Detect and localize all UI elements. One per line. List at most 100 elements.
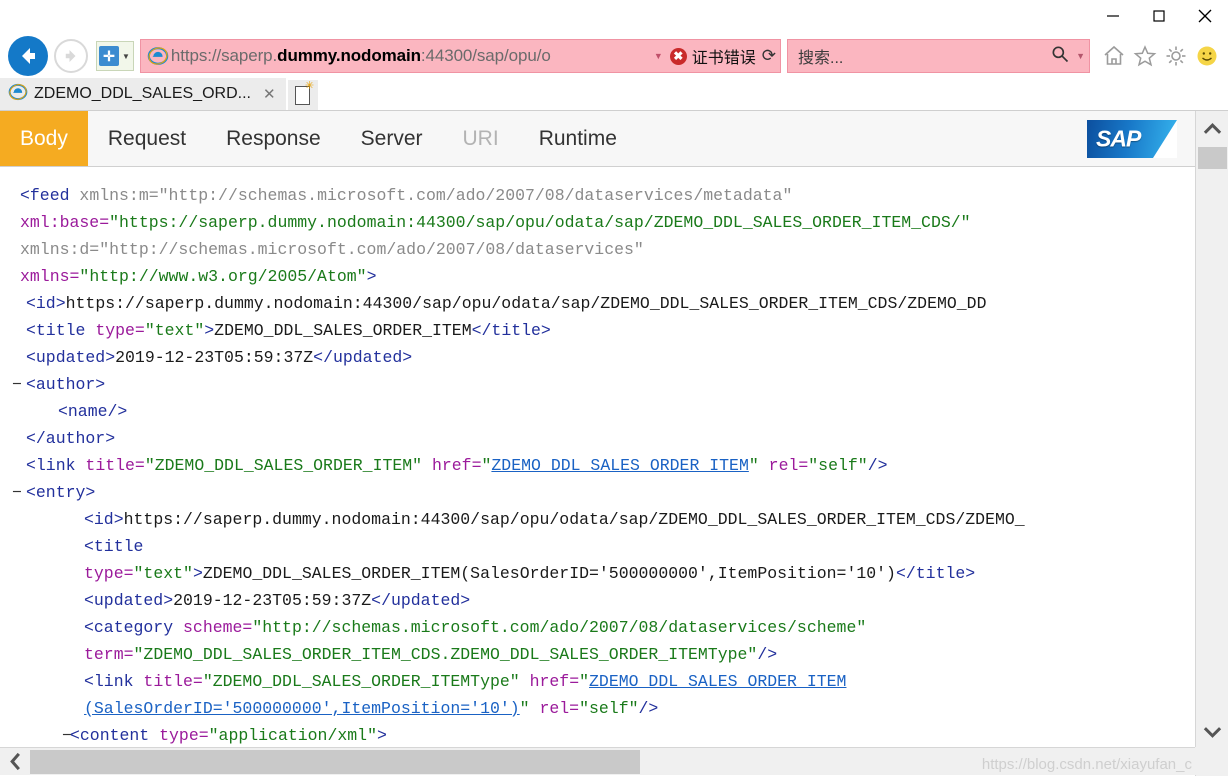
tab-title: ZDEMO_DDL_SALES_ORD...	[34, 85, 251, 102]
browser-navigation-bar: ✛ ▼ https://saperp.dummy.nodomain:44300/…	[0, 32, 1228, 80]
scroll-up-icon[interactable]	[1196, 111, 1228, 145]
sap-nav-tabs: Body Request Response Server URI Runtime	[0, 111, 637, 166]
tab-response[interactable]: Response	[206, 111, 341, 166]
xml-value: "ZDEMO_DDL_SALES_ORDER_ITEM"	[144, 456, 423, 475]
xml-quote: "	[579, 672, 590, 691]
xml-line: <category scheme="http://schemas.microso…	[0, 614, 1195, 641]
search-icon[interactable]	[1050, 44, 1070, 69]
xml-line: </author>	[0, 425, 1195, 452]
url-host: dummy.nodomain	[277, 46, 421, 65]
xml-attr: xmlns:d=	[20, 240, 100, 259]
xml-tag: />	[757, 645, 778, 664]
search-input[interactable]: 搜索...	[798, 44, 1050, 68]
xml-tag: <title	[84, 537, 144, 556]
xml-line: xmlns:d="http://schemas.microsoft.com/ad…	[0, 236, 1195, 263]
close-button[interactable]	[1182, 0, 1228, 32]
new-tab-button[interactable]	[287, 79, 318, 110]
tab-request[interactable]: Request	[88, 111, 206, 166]
collapse-marker[interactable]: −	[6, 722, 72, 747]
xml-tag: <title	[26, 321, 86, 340]
vertical-scroll-thumb[interactable]	[1198, 147, 1227, 169]
xml-line: xmlns="http://www.w3.org/2005/Atom">	[0, 263, 1195, 290]
xml-line: <id>https://saperp.dummy.nodomain:44300/…	[0, 290, 1195, 317]
compatibility-view-button[interactable]: ✛ ▼	[96, 41, 134, 71]
xml-tag: <author>	[26, 375, 106, 394]
smiley-feedback-icon[interactable]	[1191, 44, 1222, 68]
search-dropdown-icon[interactable]: ▼	[1076, 51, 1085, 61]
refresh-icon[interactable]: ⟳	[762, 46, 776, 66]
xml-line: − <entry>	[0, 479, 1195, 506]
url-suffix: :44300/sap/opu/o	[420, 46, 551, 65]
address-dropdown-icon[interactable]: ▼	[647, 51, 670, 61]
xml-attr: rel=	[758, 456, 809, 475]
xml-value: "self"	[579, 699, 639, 718]
xml-tag: </title>	[471, 321, 551, 340]
chevron-down-icon[interactable]: ▼	[122, 52, 130, 61]
xml-value: "http://www.w3.org/2005/Atom"	[79, 267, 367, 286]
xml-href-link[interactable]: ZDEMO_DDL_SALES_ORDER_ITEM	[491, 456, 748, 475]
xml-line: term="ZDEMO_DDL_SALES_ORDER_ITEM_CDS.ZDE…	[0, 641, 1195, 668]
vertical-scrollbar[interactable]	[1195, 111, 1228, 776]
collapse-marker[interactable]: −	[6, 371, 22, 398]
xml-tag: <category	[84, 618, 174, 637]
xml-value: "http://schemas.microsoft.com/ado/2007/0…	[158, 186, 793, 205]
xml-value: "self"	[808, 456, 868, 475]
xml-text: 2019-12-23T05:59:37Z	[173, 591, 372, 610]
xml-line: <link title="ZDEMO_DDL_SALES_ORDER_ITEM"…	[0, 452, 1195, 479]
xml-tag: <link	[84, 672, 134, 691]
back-arrow-icon[interactable]	[8, 36, 48, 76]
xml-line: <link title="ZDEMO_DDL_SALES_ORDER_ITEMT…	[0, 668, 1195, 695]
window-title-bar	[0, 0, 1228, 32]
browser-tool-icons	[1098, 44, 1222, 68]
address-url-text: https://saperp.dummy.nodomain:44300/sap/…	[171, 46, 647, 66]
xml-line: <updated>2019-12-23T05:59:37Z</updated>	[0, 344, 1195, 371]
xml-quote: "	[481, 456, 492, 475]
horizontal-scrollbar[interactable]	[0, 747, 1195, 775]
xml-value: "ZDEMO_DDL_SALES_ORDER_ITEMType"	[202, 672, 520, 691]
scroll-down-icon[interactable]	[1196, 714, 1228, 748]
xml-value: "http://schemas.microsoft.com/ado/2007/0…	[252, 618, 867, 637]
xml-href-link[interactable]: ZDEMO_DDL_SALES_ORDER_ITEM	[589, 672, 846, 691]
tab-runtime[interactable]: Runtime	[519, 111, 637, 166]
internet-explorer-icon	[145, 45, 171, 67]
xml-tag: >	[55, 294, 66, 313]
xml-text: ZDEMO_DDL_SALES_ORDER_ITEM	[214, 321, 472, 340]
tab-favicon-icon	[8, 82, 28, 107]
minimize-button[interactable]	[1090, 0, 1136, 32]
xml-tag: <entry>	[26, 483, 96, 502]
xml-attr: scheme=	[173, 618, 253, 637]
scroll-left-icon[interactable]	[0, 748, 30, 776]
browser-tab[interactable]: ZDEMO_DDL_SALES_ORD... ✕	[0, 78, 286, 110]
horizontal-scroll-thumb[interactable]	[30, 749, 640, 774]
settings-gear-icon[interactable]	[1160, 44, 1191, 68]
tab-close-icon[interactable]: ✕	[259, 85, 280, 103]
certificate-error-badge[interactable]: ✖ 证书错误 ⟳	[669, 44, 780, 68]
sap-gateway-header: Body Request Response Server URI Runtime…	[0, 111, 1195, 167]
address-bar[interactable]: https://saperp.dummy.nodomain:44300/sap/…	[139, 39, 781, 73]
search-bar[interactable]: 搜索... ▼	[787, 39, 1090, 73]
xml-attr: xml:base=	[20, 213, 110, 232]
favorites-star-icon[interactable]	[1129, 44, 1160, 68]
xml-attr: title=	[133, 672, 203, 691]
certificate-error-icon: ✖	[669, 47, 687, 65]
url-prefix: https://saperp.	[170, 46, 278, 65]
tab-body[interactable]: Body	[0, 111, 88, 166]
xml-tag: </updated>	[371, 591, 471, 610]
xml-attr: term=	[84, 645, 134, 664]
xml-tag: >	[366, 267, 377, 286]
tab-server[interactable]: Server	[341, 111, 443, 166]
sap-logo: SAP	[1087, 119, 1177, 158]
xml-href-link-cont[interactable]: (SalesOrderID='500000000',ItemPosition='…	[84, 699, 520, 718]
xml-tag: </author>	[26, 429, 116, 448]
xml-line: <updated>2019-12-23T05:59:37Z</updated>	[0, 587, 1195, 614]
xml-tag: <name/>	[58, 402, 128, 421]
xml-tag: >	[113, 510, 124, 529]
xml-text: ZDEMO_DDL_SALES_ORDER_ITEM(SalesOrderID=…	[202, 564, 896, 583]
scrollbar-corner	[1195, 747, 1228, 775]
collapse-marker[interactable]: −	[6, 479, 22, 506]
maximize-button[interactable]	[1136, 0, 1182, 32]
xml-tag: <feed	[20, 186, 70, 205]
home-icon[interactable]	[1098, 44, 1129, 68]
forward-arrow-icon	[54, 39, 88, 73]
xml-tag: <content	[70, 726, 150, 745]
